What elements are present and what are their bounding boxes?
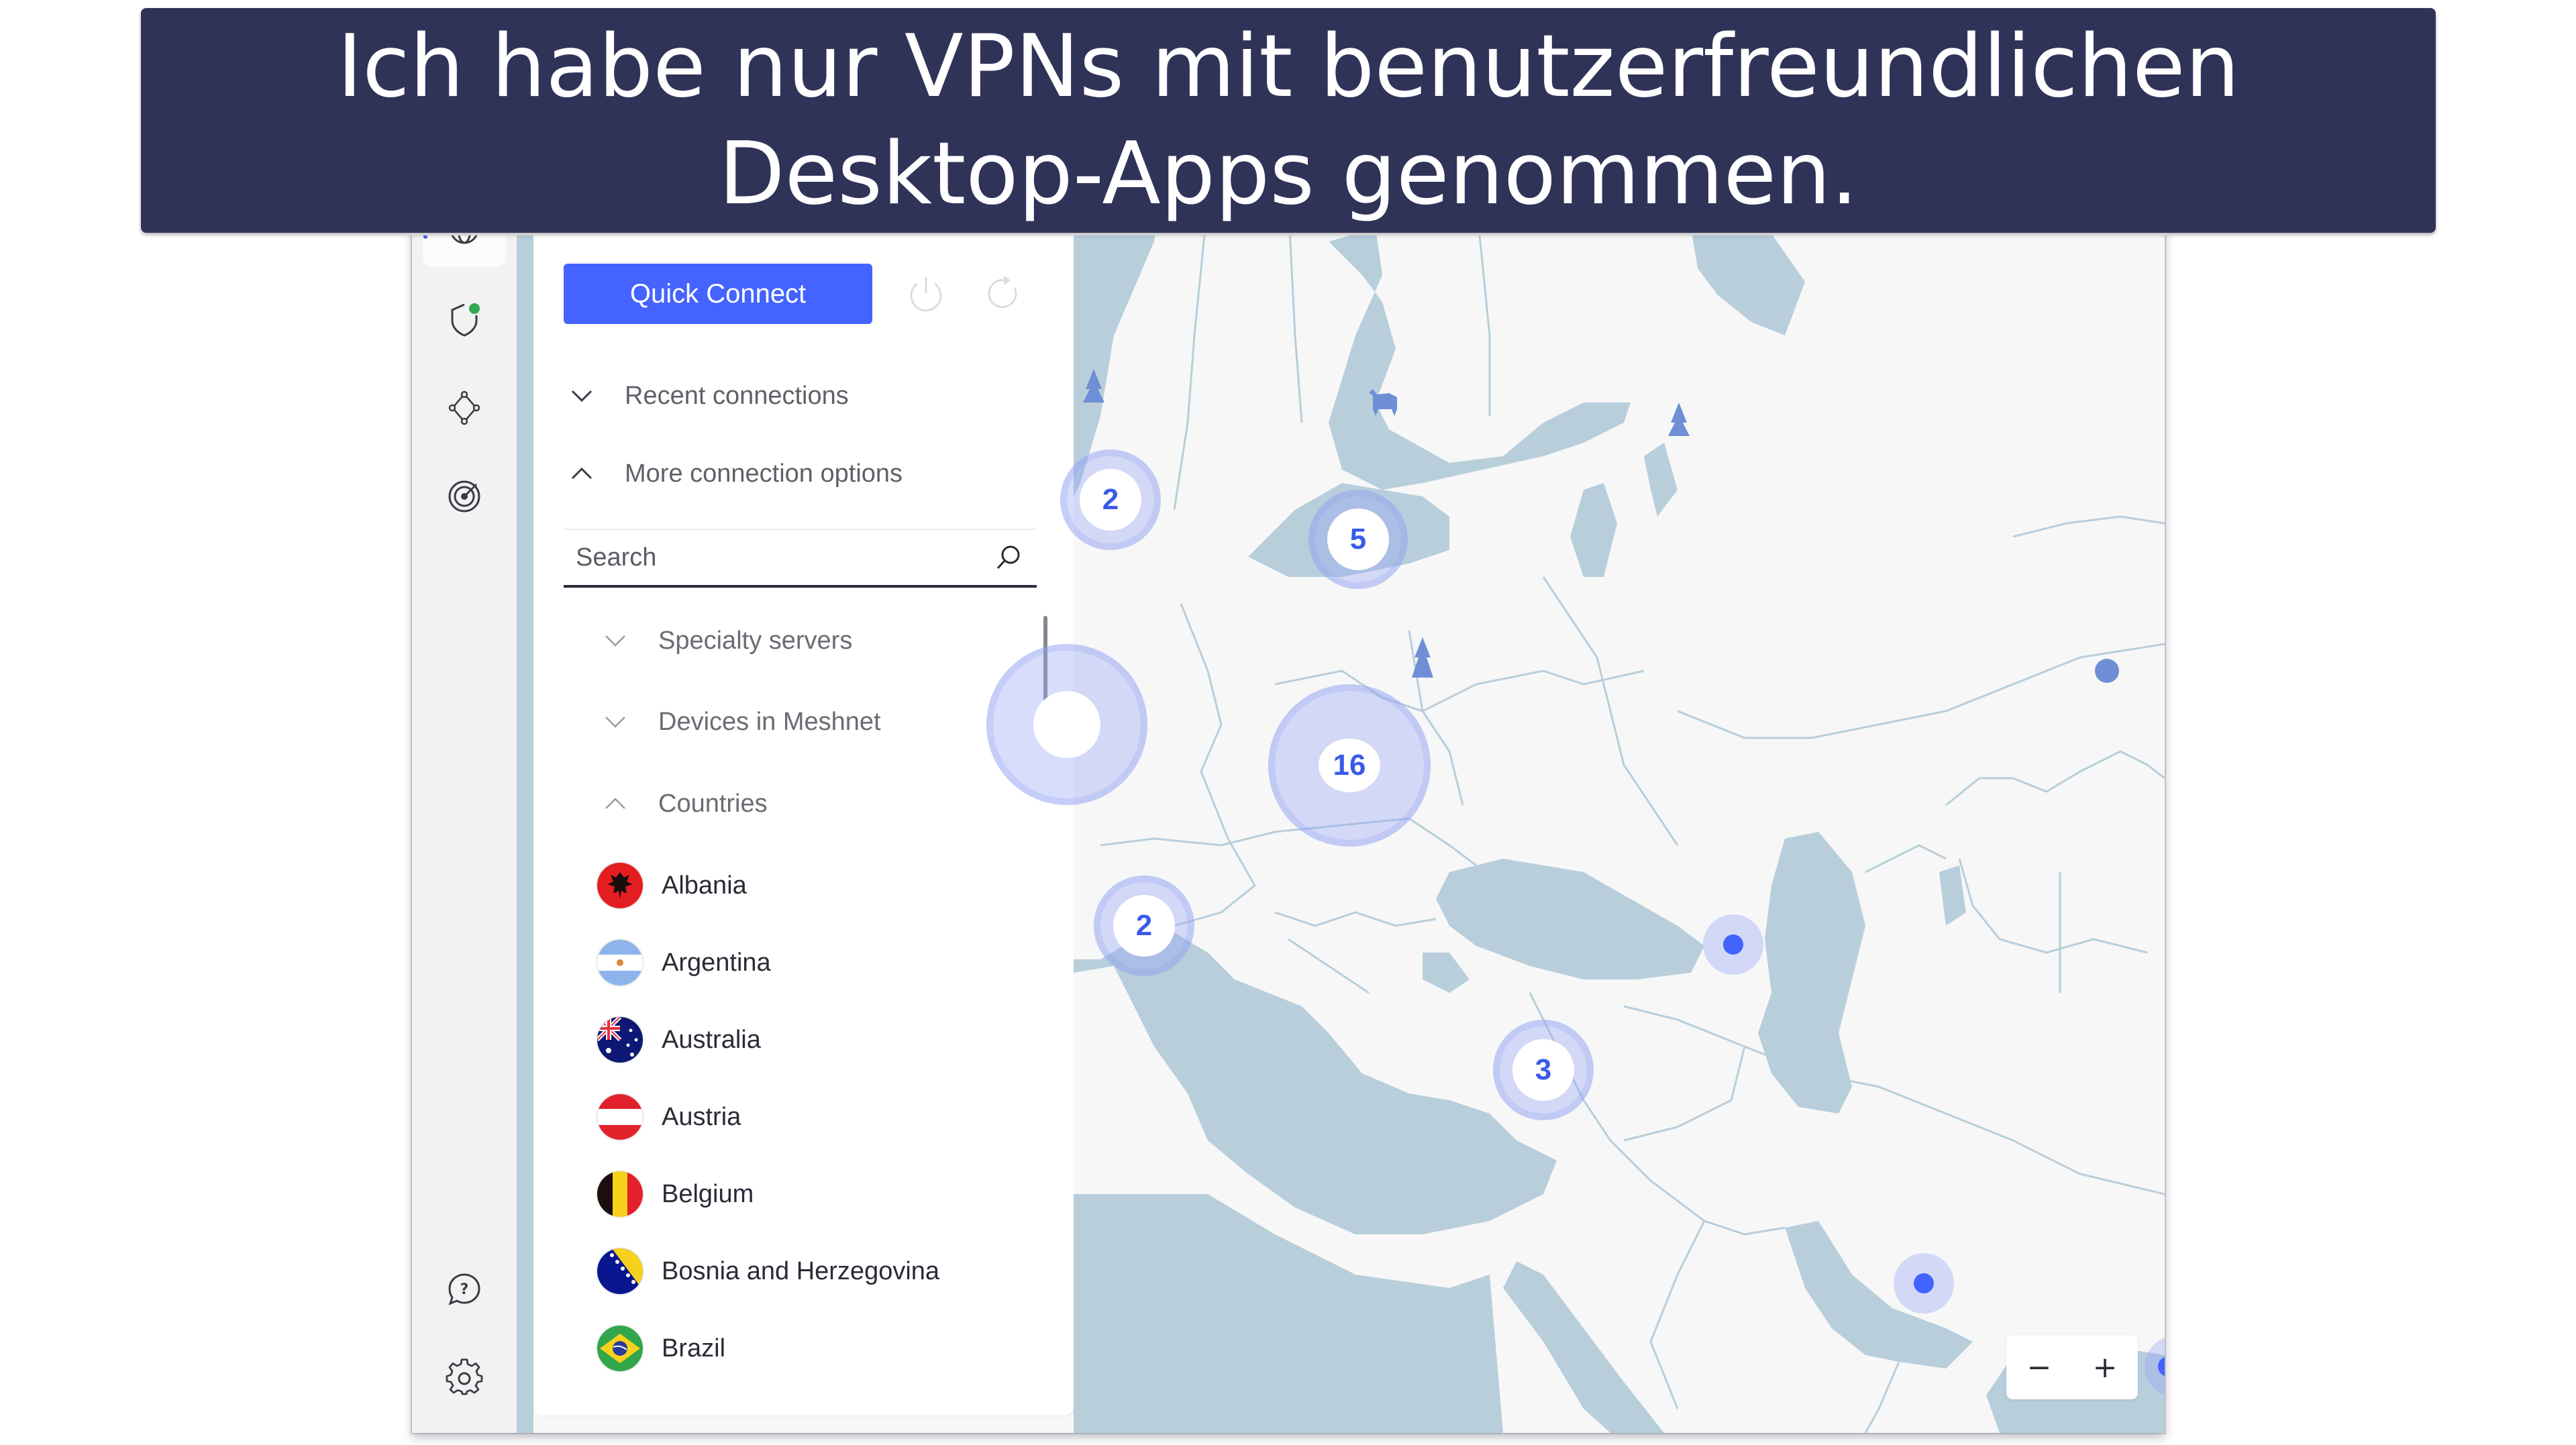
help-chat-icon: ? bbox=[448, 1273, 480, 1305]
austria-flag-icon bbox=[597, 1094, 643, 1140]
sidebar: ? bbox=[412, 201, 517, 1433]
tree-icon bbox=[1412, 637, 1433, 678]
reconnect-button[interactable] bbox=[980, 270, 1027, 317]
vpn-app-window: ? Quick Connect Recent connections More … bbox=[412, 201, 2165, 1433]
server-cluster[interactable]: 5 bbox=[1308, 490, 1408, 589]
connected-status-dot bbox=[469, 303, 480, 314]
country-name: Bosnia and Herzegovina bbox=[662, 1256, 940, 1285]
country-name: Albania bbox=[662, 871, 747, 900]
argentina-flag-icon bbox=[597, 940, 643, 985]
chevron-up-icon bbox=[605, 798, 625, 809]
sidebar-item-help[interactable]: ? bbox=[444, 1269, 484, 1309]
server-cluster[interactable]: 2 bbox=[1060, 449, 1161, 550]
sidebar-item-threat-protection[interactable] bbox=[444, 476, 484, 517]
australia-flag-icon bbox=[597, 1017, 643, 1063]
server-dot bbox=[1723, 934, 1743, 955]
brazil-flag-icon bbox=[597, 1326, 643, 1371]
country-item-belgium[interactable]: Belgium bbox=[597, 1171, 754, 1217]
server-dot bbox=[1914, 1273, 1934, 1293]
chevron-down-icon bbox=[605, 716, 625, 728]
chevron-down-icon bbox=[605, 635, 625, 647]
map-zoom-controls: − + bbox=[2006, 1335, 2138, 1399]
search-icon[interactable] bbox=[992, 541, 1025, 574]
zoom-in-button[interactable]: + bbox=[2078, 1340, 2132, 1394]
cluster-count: 2 bbox=[1135, 909, 1153, 942]
sidebar-item-meshnet[interactable] bbox=[444, 388, 484, 428]
tree-icon bbox=[1668, 403, 1690, 436]
country-name: Australia bbox=[662, 1025, 761, 1054]
connection-panel: Quick Connect Recent connections More co… bbox=[533, 201, 1074, 1415]
country-name: Argentina bbox=[662, 948, 771, 977]
caption-line-1: Ich habe nur VPNs mit benutzerfreundlich… bbox=[337, 16, 2240, 117]
server-pin-uae[interactable] bbox=[1894, 1253, 1954, 1314]
server-cluster[interactable]: 16 bbox=[1268, 684, 1431, 847]
recent-connections-toggle[interactable]: Recent connections bbox=[567, 381, 849, 411]
albania-flag-icon bbox=[597, 863, 643, 908]
gear-icon bbox=[446, 1358, 483, 1395]
cluster-count: 2 bbox=[1102, 483, 1119, 516]
server-cluster[interactable]: 3 bbox=[1493, 1020, 1594, 1120]
country-name: Belgium bbox=[662, 1179, 754, 1208]
disconnect-button[interactable] bbox=[903, 270, 949, 317]
country-name: Brazil bbox=[662, 1334, 726, 1362]
country-item-argentina[interactable]: Argentina bbox=[597, 940, 771, 985]
server-cluster[interactable]: 2 bbox=[1094, 875, 1194, 976]
sidebar-divider bbox=[517, 201, 533, 1433]
recent-connections-label: Recent connections bbox=[625, 381, 849, 410]
belgium-flag-icon bbox=[597, 1171, 643, 1217]
refresh-icon bbox=[988, 276, 1017, 309]
country-name: Austria bbox=[662, 1102, 741, 1131]
quick-connect-button[interactable]: Quick Connect bbox=[564, 264, 872, 324]
specialty-servers-toggle[interactable]: Specialty servers bbox=[601, 626, 852, 655]
power-icon bbox=[910, 277, 942, 312]
country-item-albania[interactable]: Albania bbox=[597, 863, 747, 908]
country-item-austria[interactable]: Austria bbox=[597, 1094, 741, 1140]
search-field[interactable] bbox=[564, 529, 1037, 588]
shield-icon bbox=[451, 303, 480, 337]
cluster-count: 3 bbox=[1535, 1053, 1552, 1086]
zoom-out-button[interactable]: − bbox=[2012, 1340, 2066, 1394]
cluster-count: 16 bbox=[1333, 749, 1366, 782]
search-input[interactable] bbox=[564, 542, 992, 573]
sidebar-item-protection[interactable] bbox=[444, 299, 484, 339]
country-item-brazil[interactable]: Brazil bbox=[597, 1326, 725, 1371]
bosnia-flag-icon bbox=[597, 1248, 643, 1294]
countries-toggle[interactable]: Countries bbox=[601, 789, 768, 818]
meshnet-devices-toggle[interactable]: Devices in Meshnet bbox=[601, 707, 881, 737]
map-geography bbox=[1074, 201, 2165, 1433]
svg-text:?: ? bbox=[460, 1281, 469, 1298]
more-options-toggle[interactable]: More connection options bbox=[567, 459, 903, 488]
caption-line-2: Desktop-Apps genommen. bbox=[718, 123, 1859, 224]
country-item-australia[interactable]: Australia bbox=[597, 1017, 761, 1063]
caption-banner: Ich habe nur VPNs mit benutzerfreundlich… bbox=[141, 8, 2436, 233]
country-item-bosnia[interactable]: Bosnia and Herzegovina bbox=[597, 1248, 939, 1294]
server-cluster-partial[interactable] bbox=[986, 644, 1147, 805]
tree-icon bbox=[2095, 659, 2119, 683]
chevron-down-icon bbox=[571, 390, 593, 403]
cluster-count: 5 bbox=[1349, 523, 1367, 555]
section-label: Specialty servers bbox=[658, 626, 853, 655]
section-label: Devices in Meshnet bbox=[658, 707, 881, 736]
server-pin-caucasus[interactable] bbox=[1703, 914, 1763, 975]
chevron-up-icon bbox=[571, 467, 593, 480]
target-icon bbox=[448, 480, 480, 513]
server-map[interactable]: 2 5 16 2 3 − + bbox=[986, 201, 2165, 1433]
section-label: Countries bbox=[658, 789, 768, 818]
meshnet-icon bbox=[448, 390, 480, 425]
more-options-label: More connection options bbox=[625, 459, 903, 488]
sidebar-item-settings[interactable] bbox=[444, 1358, 484, 1398]
server-dot bbox=[2158, 1356, 2165, 1377]
